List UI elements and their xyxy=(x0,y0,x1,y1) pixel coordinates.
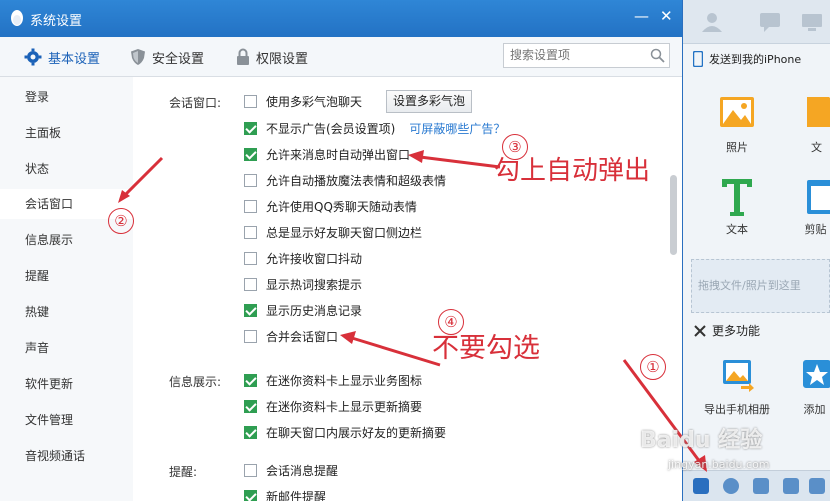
annotation-text-3: 勾上自动弹出 xyxy=(494,156,651,186)
annotation-number-1: ① xyxy=(640,354,666,380)
arrow-4 xyxy=(351,336,441,367)
annotation-number-2: ② xyxy=(108,208,134,234)
arrow-2 xyxy=(122,156,164,198)
arrow-3 xyxy=(419,155,501,169)
annotation-text-4: 不要勾选 xyxy=(432,333,540,364)
baidu-watermark-url: jingyan.baidu.com xyxy=(668,458,770,471)
baidu-watermark: Baidu 经验 xyxy=(640,428,763,453)
